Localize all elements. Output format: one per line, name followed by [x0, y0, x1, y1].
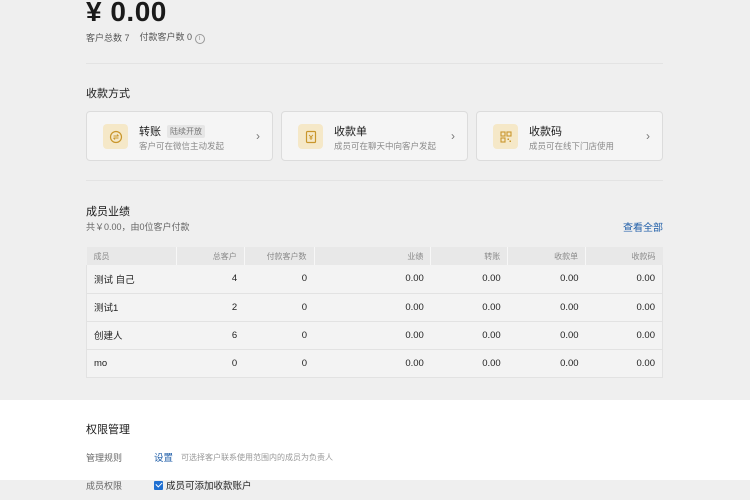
member-permission-row: 成员权限 成员可添加收款账户 — [86, 478, 252, 492]
paying-customers-cell: 0 — [244, 265, 315, 294]
chevron-right-icon: › — [646, 129, 650, 143]
bill-cell: 0.00 — [507, 265, 586, 294]
qrcode-cell: 0.00 — [585, 265, 663, 294]
member-name-cell: 测试1 — [86, 293, 177, 322]
column-header: 付款客户数 — [244, 247, 315, 265]
qrcode-card[interactable]: 收款码 成员可在线下门店使用 › — [476, 111, 663, 161]
member-name-cell: mo — [86, 349, 177, 378]
paying-customers-cell: 0 — [244, 293, 315, 322]
column-header: 总客户 — [176, 247, 245, 265]
qrcode-cell: 0.00 — [585, 321, 663, 350]
table-row: 测试1 2 0 0.00 0.00 0.00 0.00 — [86, 293, 663, 322]
total-customers-cell: 0 — [176, 349, 245, 378]
total-customers-cell: 6 — [176, 321, 245, 350]
transfer-icon — [103, 124, 128, 149]
bill-cell: 0.00 — [507, 349, 586, 378]
settings-link[interactable]: 设置 — [154, 450, 173, 464]
column-header: 转账 — [430, 247, 509, 265]
column-header: 成员 — [86, 247, 177, 265]
add-account-checkbox[interactable] — [154, 480, 163, 490]
paying-customers: 付款客户数 0 i — [140, 30, 205, 44]
total-amount: ¥ 0.00 — [86, 0, 167, 27]
chevron-right-icon: › — [256, 129, 260, 143]
info-icon[interactable]: i — [194, 34, 205, 44]
performance-cell: 0.00 — [314, 321, 431, 350]
table-header-row: 成员 总客户 付款客户数 业绩 转账 收款单 收款码 — [86, 247, 663, 265]
qrcode-icon — [493, 124, 518, 149]
column-header: 收款单 — [507, 247, 587, 265]
management-rule-row: 管理规则 设置 可选择客户联系使用范围内的成员为负责人 — [86, 450, 334, 465]
bill-icon — [298, 124, 323, 149]
paying-customers-cell: 0 — [244, 321, 315, 350]
divider — [86, 63, 663, 64]
rule-note: 可选择客户联系使用范围内的成员为负责人 — [181, 452, 334, 462]
permissions-title: 权限管理 — [86, 424, 130, 436]
qrcode-cell: 0.00 — [585, 293, 663, 322]
bill-cell: 0.00 — [507, 293, 586, 322]
table-row: mo 0 0 0.00 0.00 0.00 0.00 — [86, 349, 663, 378]
payment-methods-title: 收款方式 — [86, 88, 130, 100]
transfer-cell: 0.00 — [430, 293, 508, 322]
add-account-option[interactable]: 成员可添加收款账户 — [166, 478, 252, 492]
performance-cell: 0.00 — [314, 349, 431, 378]
column-header: 业绩 — [314, 247, 432, 265]
qrcode-cell: 0.00 — [585, 349, 663, 378]
transfer-title: 转账 — [139, 126, 161, 138]
bill-desc: 成员可在聊天中向客户发起 — [334, 141, 437, 151]
qrcode-title: 收款码 — [529, 126, 562, 138]
performance-title: 成员业绩 — [86, 206, 130, 218]
member-name-cell: 创建人 — [86, 321, 177, 350]
table-row: 测试 自己 4 0 0.00 0.00 0.00 0.00 — [86, 265, 663, 294]
coming-soon-badge: 陆续开放 — [167, 124, 205, 138]
bill-card[interactable]: 收款单 成员可在聊天中向客户发起 › — [281, 111, 468, 161]
rule-label: 管理规则 — [86, 452, 123, 463]
bill-cell: 0.00 — [507, 321, 586, 350]
transfer-cell: 0.00 — [430, 321, 508, 350]
transfer-desc: 客户可在微信主动发起 — [139, 141, 225, 151]
total-customers: 客户总数 7 — [86, 32, 130, 43]
transfer-card[interactable]: 转账 陆续开放 客户可在微信主动发起 › — [86, 111, 273, 161]
qrcode-desc: 成员可在线下门店使用 — [529, 141, 615, 151]
customer-stats: 客户总数 7 付款客户数 0 i — [86, 30, 205, 44]
view-all-link[interactable]: 查看全部 — [623, 219, 663, 234]
permissions-panel — [0, 400, 750, 480]
member-permission-label: 成员权限 — [86, 480, 123, 491]
table-row: 创建人 6 0 0.00 0.00 0.00 0.00 — [86, 321, 663, 350]
member-name-cell: 测试 自己 — [86, 265, 177, 294]
total-customers-cell: 2 — [176, 293, 245, 322]
column-header: 收款码 — [585, 247, 663, 265]
performance-cell: 0.00 — [314, 293, 431, 322]
chevron-right-icon: › — [451, 129, 455, 143]
transfer-cell: 0.00 — [430, 349, 508, 378]
payment-overview-page: ¥ 0.00 客户总数 7 付款客户数 0 i 收款方式 转账 陆续开放 客户可… — [0, 0, 750, 500]
transfer-cell: 0.00 — [430, 265, 508, 294]
performance-subtitle: 共￥0.00，由0位客户付款 — [86, 222, 190, 232]
divider — [86, 180, 663, 181]
performance-table: 成员 总客户 付款客户数 业绩 转账 收款单 收款码 测试 自己 4 0 0.0… — [86, 247, 663, 378]
paying-customers-cell: 0 — [244, 349, 315, 378]
performance-cell: 0.00 — [314, 265, 431, 294]
total-customers-cell: 4 — [176, 265, 245, 294]
bill-title: 收款单 — [334, 126, 367, 138]
